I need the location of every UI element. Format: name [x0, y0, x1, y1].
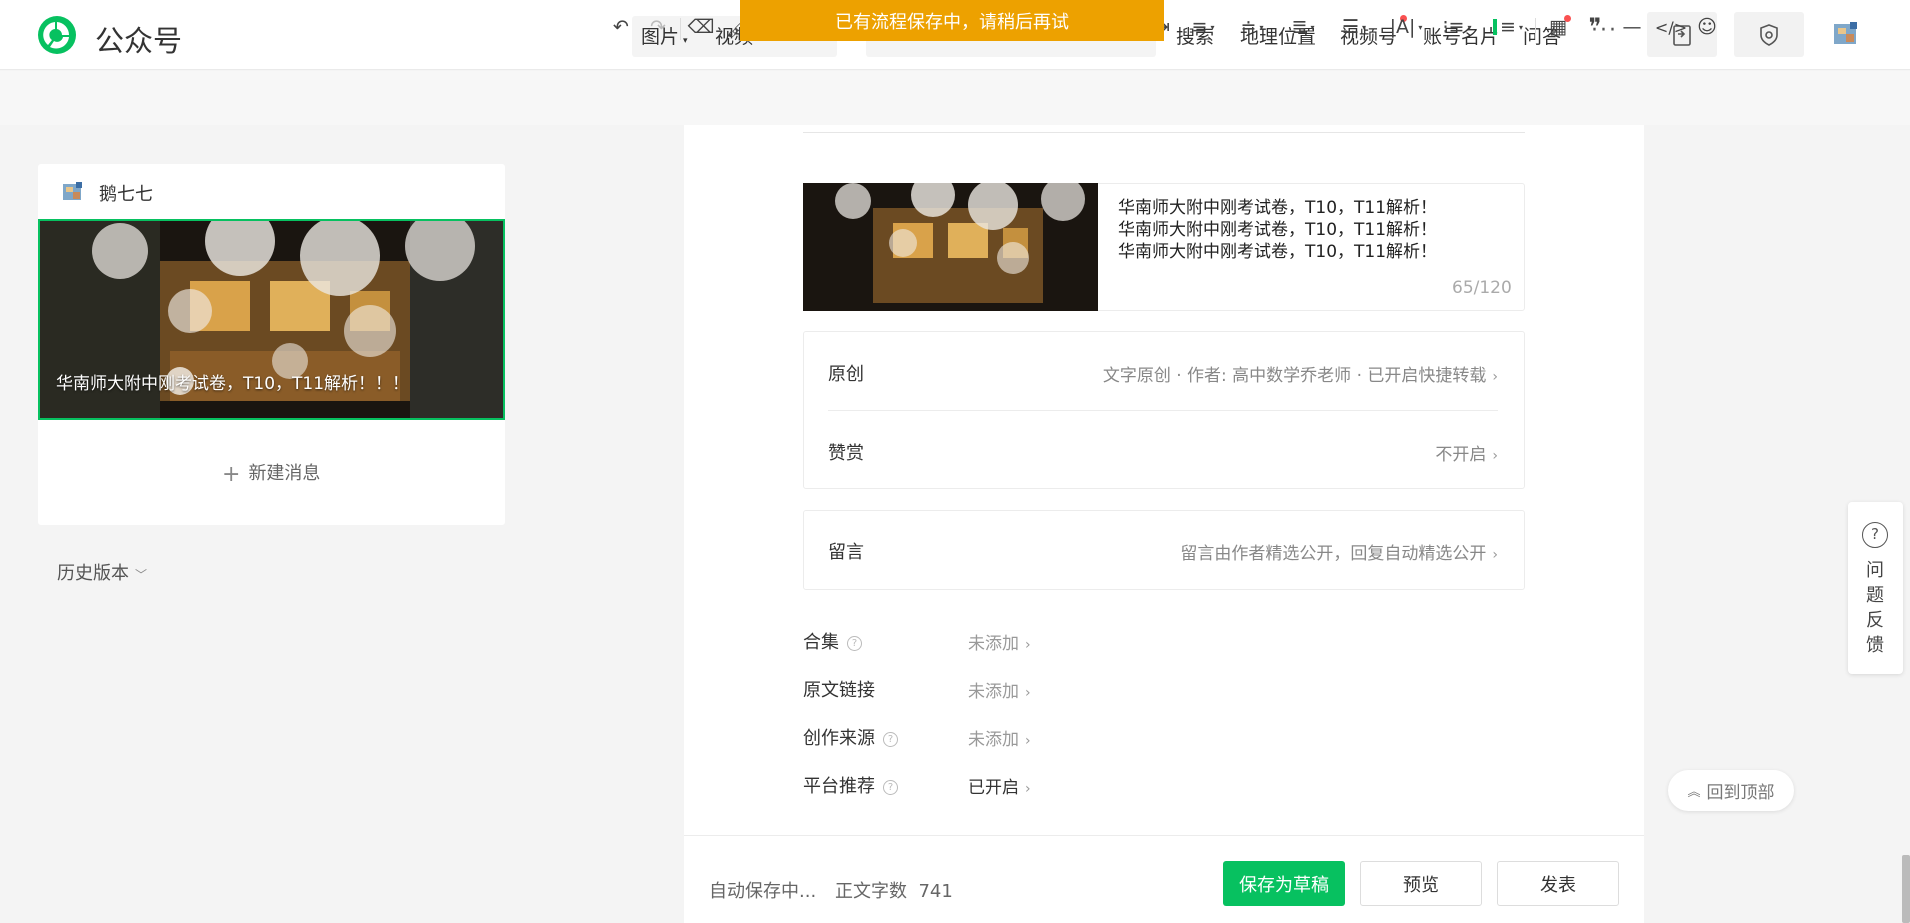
bullet-list-icon[interactable]: ⁝≡ ▾	[1440, 15, 1474, 39]
question-icon: ?	[1862, 522, 1888, 548]
history-versions-button[interactable]: 历史版本 ﹀	[57, 559, 147, 585]
back-to-top-button[interactable]: ︽ 回到顶部	[1668, 770, 1794, 811]
align-center-icon[interactable]: ≡ ▾	[1186, 15, 1220, 39]
chevron-down-icon: ﹀	[135, 568, 148, 582]
table-icon[interactable]: ▦	[1545, 15, 1571, 39]
emoji-icon[interactable]: ☺	[1694, 15, 1720, 39]
security-button[interactable]	[1734, 12, 1804, 57]
new-message-button[interactable]: + 新建消息	[222, 459, 320, 487]
help-icon[interactable]: ?	[883, 731, 898, 747]
toast-message: 已有流程保存中，请稍后再试	[740, 0, 1164, 41]
digest-text[interactable]: 华南师大附中刚考试卷，T10，T11解析！ 华南师大附中刚考试卷，T10，T11…	[1118, 197, 1437, 263]
platform-recommend-setting[interactable]: 已开启 ›	[968, 773, 1031, 798]
double-chevron-up-icon: ︽	[1687, 785, 1701, 800]
source-link-label: 原文链接	[803, 680, 875, 701]
list-indent-icon[interactable]: ☰ ▾	[1336, 15, 1372, 39]
paragraph-spacing-icon[interactable]: ≐ ▾	[1235, 15, 1269, 39]
autosave-status: 自动保存中...	[709, 881, 817, 902]
original-label: 原创	[828, 364, 864, 385]
divider-icon[interactable]: —	[1619, 15, 1645, 39]
save-draft-button[interactable]: 保存为草稿	[1223, 861, 1345, 906]
account-name: 鹅七七	[99, 184, 153, 205]
toolbar-divider	[680, 18, 681, 40]
brand-title: 公众号	[95, 24, 183, 58]
plus-icon: +	[222, 462, 241, 487]
editor-toolbar	[0, 71, 1910, 125]
creation-source-label: 创作来源?	[803, 724, 898, 750]
quote-icon[interactable]: ❞	[1582, 13, 1608, 41]
comments-label: 留言	[828, 542, 864, 563]
publish-button[interactable]: 发表	[1497, 861, 1619, 906]
shield-icon	[1760, 23, 1778, 46]
feedback-label: 问题反馈	[1866, 560, 1884, 656]
divider	[828, 410, 1498, 411]
word-count: 正文字数 741	[835, 881, 953, 902]
digest-image	[803, 183, 1098, 311]
chevron-right-icon: ›	[1492, 547, 1498, 563]
help-icon[interactable]: ?	[847, 635, 862, 651]
chevron-right-icon: ›	[1025, 733, 1031, 749]
code-icon[interactable]: </>	[1655, 15, 1687, 39]
comments-setting[interactable]: 留言由作者精选公开，回复自动精选公开 ›	[1180, 539, 1498, 564]
chevron-right-icon: ›	[1492, 369, 1498, 385]
preview-button[interactable]: 预览	[1360, 861, 1482, 906]
line-height-icon[interactable]: ≣ ▾	[1286, 15, 1320, 39]
cover-title: 华南师大附中刚考试卷，T10，T11解析！！！	[56, 374, 410, 394]
toolbar-divider	[1535, 18, 1536, 40]
chevron-right-icon: ›	[1025, 637, 1031, 653]
reward-label: 赞赏	[828, 443, 864, 464]
user-avatar[interactable]	[1832, 20, 1860, 48]
letter-spacing-icon[interactable]: |A| ▾	[1387, 15, 1425, 39]
original-setting[interactable]: 文字原创 · 作者: 高中数学乔老师 · 已开启快捷转载 ›	[1103, 361, 1498, 386]
collection-setting[interactable]: 未添加 ›	[968, 629, 1031, 654]
chevron-right-icon: ›	[1492, 448, 1498, 464]
help-icon[interactable]: ?	[883, 779, 898, 795]
feedback-button[interactable]: ? 问题反馈	[1848, 502, 1903, 674]
wechat-mp-logo[interactable]	[36, 14, 78, 56]
digest-char-count: 65/120	[1452, 278, 1512, 298]
divider	[803, 132, 1525, 133]
undo-icon[interactable]: ↶	[608, 15, 634, 39]
digest-thumbnail[interactable]	[803, 183, 1098, 311]
paragraph-style-icon[interactable]: ≡ ▾	[1490, 15, 1526, 39]
creation-source-setting[interactable]: 未添加 ›	[968, 725, 1031, 750]
article-cover-item[interactable]: 华南师大附中刚考试卷，T10，T11解析！！！	[38, 219, 505, 420]
source-link-setting[interactable]: 未添加 ›	[968, 677, 1031, 702]
chevron-right-icon: ›	[1025, 781, 1031, 797]
clear-format-icon[interactable]: ⌫	[688, 15, 715, 39]
chevron-right-icon: ›	[1025, 685, 1031, 701]
account-avatar	[63, 182, 82, 200]
collection-label: 合集?	[803, 628, 862, 654]
platform-recommend-label: 平台推荐?	[803, 772, 898, 798]
reward-setting[interactable]: 不开启 ›	[1435, 440, 1498, 465]
scrollbar[interactable]	[1902, 855, 1910, 923]
redo-icon[interactable]: ↷	[645, 15, 671, 39]
